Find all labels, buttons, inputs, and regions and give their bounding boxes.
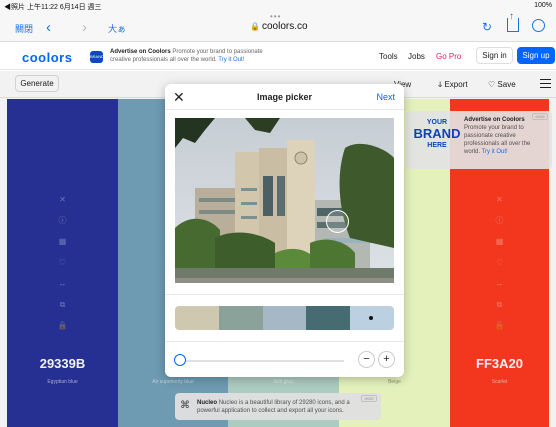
browser-toolbar: ••• 關閉 ‹ › 大ぁ 🔒 coolors.co ↻: [0, 11, 556, 42]
header-ad[interactable]: Advertise on Coolors Promote your brand …: [110, 48, 285, 64]
url-text: coolors.co: [261, 21, 308, 32]
battery-level: 100%: [534, 2, 552, 9]
header-ad-link[interactable]: Try it Out!: [218, 57, 244, 63]
window-grabber[interactable]: •••: [270, 12, 281, 21]
reader-button[interactable]: 大ぁ: [108, 22, 126, 35]
dialog-title: Image picker: [256, 92, 313, 102]
share-icon[interactable]: [507, 11, 519, 32]
compass-icon[interactable]: [532, 19, 545, 32]
divider: [165, 109, 404, 110]
swatch[interactable]: [175, 306, 219, 330]
decrease-button[interactable]: −: [358, 351, 375, 368]
nav-tools[interactable]: Tools: [379, 52, 398, 61]
ad-brand-badge: BRAND: [90, 51, 104, 63]
lock-icon: 🔒: [250, 22, 260, 31]
divider: [165, 294, 404, 295]
sign-in-button[interactable]: Sign in: [476, 47, 513, 64]
coolors-logo[interactable]: coolors: [22, 50, 72, 65]
swatch[interactable]: [262, 306, 307, 330]
nav-go-pro[interactable]: Go Pro: [436, 52, 461, 61]
color-count-slider-thumb[interactable]: [174, 354, 186, 366]
swatch[interactable]: [306, 306, 351, 330]
forward-icon[interactable]: ›: [82, 19, 87, 36]
site-header: coolors BRAND Advertise on Coolors Promo…: [0, 43, 556, 70]
image-picker-dialog: ✕ Image picker Next − +: [165, 84, 404, 377]
reload-icon[interactable]: ↻: [482, 20, 492, 34]
color-picker-cursor[interactable]: [326, 210, 349, 233]
source-photo[interactable]: [175, 118, 394, 283]
divider: [165, 341, 404, 342]
increase-button[interactable]: +: [378, 351, 395, 368]
selected-dot-icon: [369, 316, 374, 320]
close-tab-button[interactable]: 關閉: [15, 22, 33, 35]
swatch[interactable]: [218, 306, 263, 330]
next-button[interactable]: Next: [376, 92, 395, 102]
color-count-slider-track[interactable]: [179, 360, 344, 362]
address-bar[interactable]: 🔒 coolors.co: [250, 21, 308, 32]
building-photo: [175, 118, 394, 283]
back-icon[interactable]: ‹: [46, 19, 51, 36]
header-ad-title: Advertise on Coolors: [110, 49, 171, 55]
nav-jobs[interactable]: Jobs: [408, 52, 425, 61]
status-bar: ◀照片 上午11:22 6月14日 週三 100%: [0, 0, 556, 12]
sign-up-button[interactable]: Sign up: [517, 47, 555, 64]
swatch-selected[interactable]: [350, 306, 394, 330]
extracted-swatches: [175, 306, 394, 330]
status-left: ◀照片 上午11:22 6月14日 週三: [4, 4, 102, 11]
